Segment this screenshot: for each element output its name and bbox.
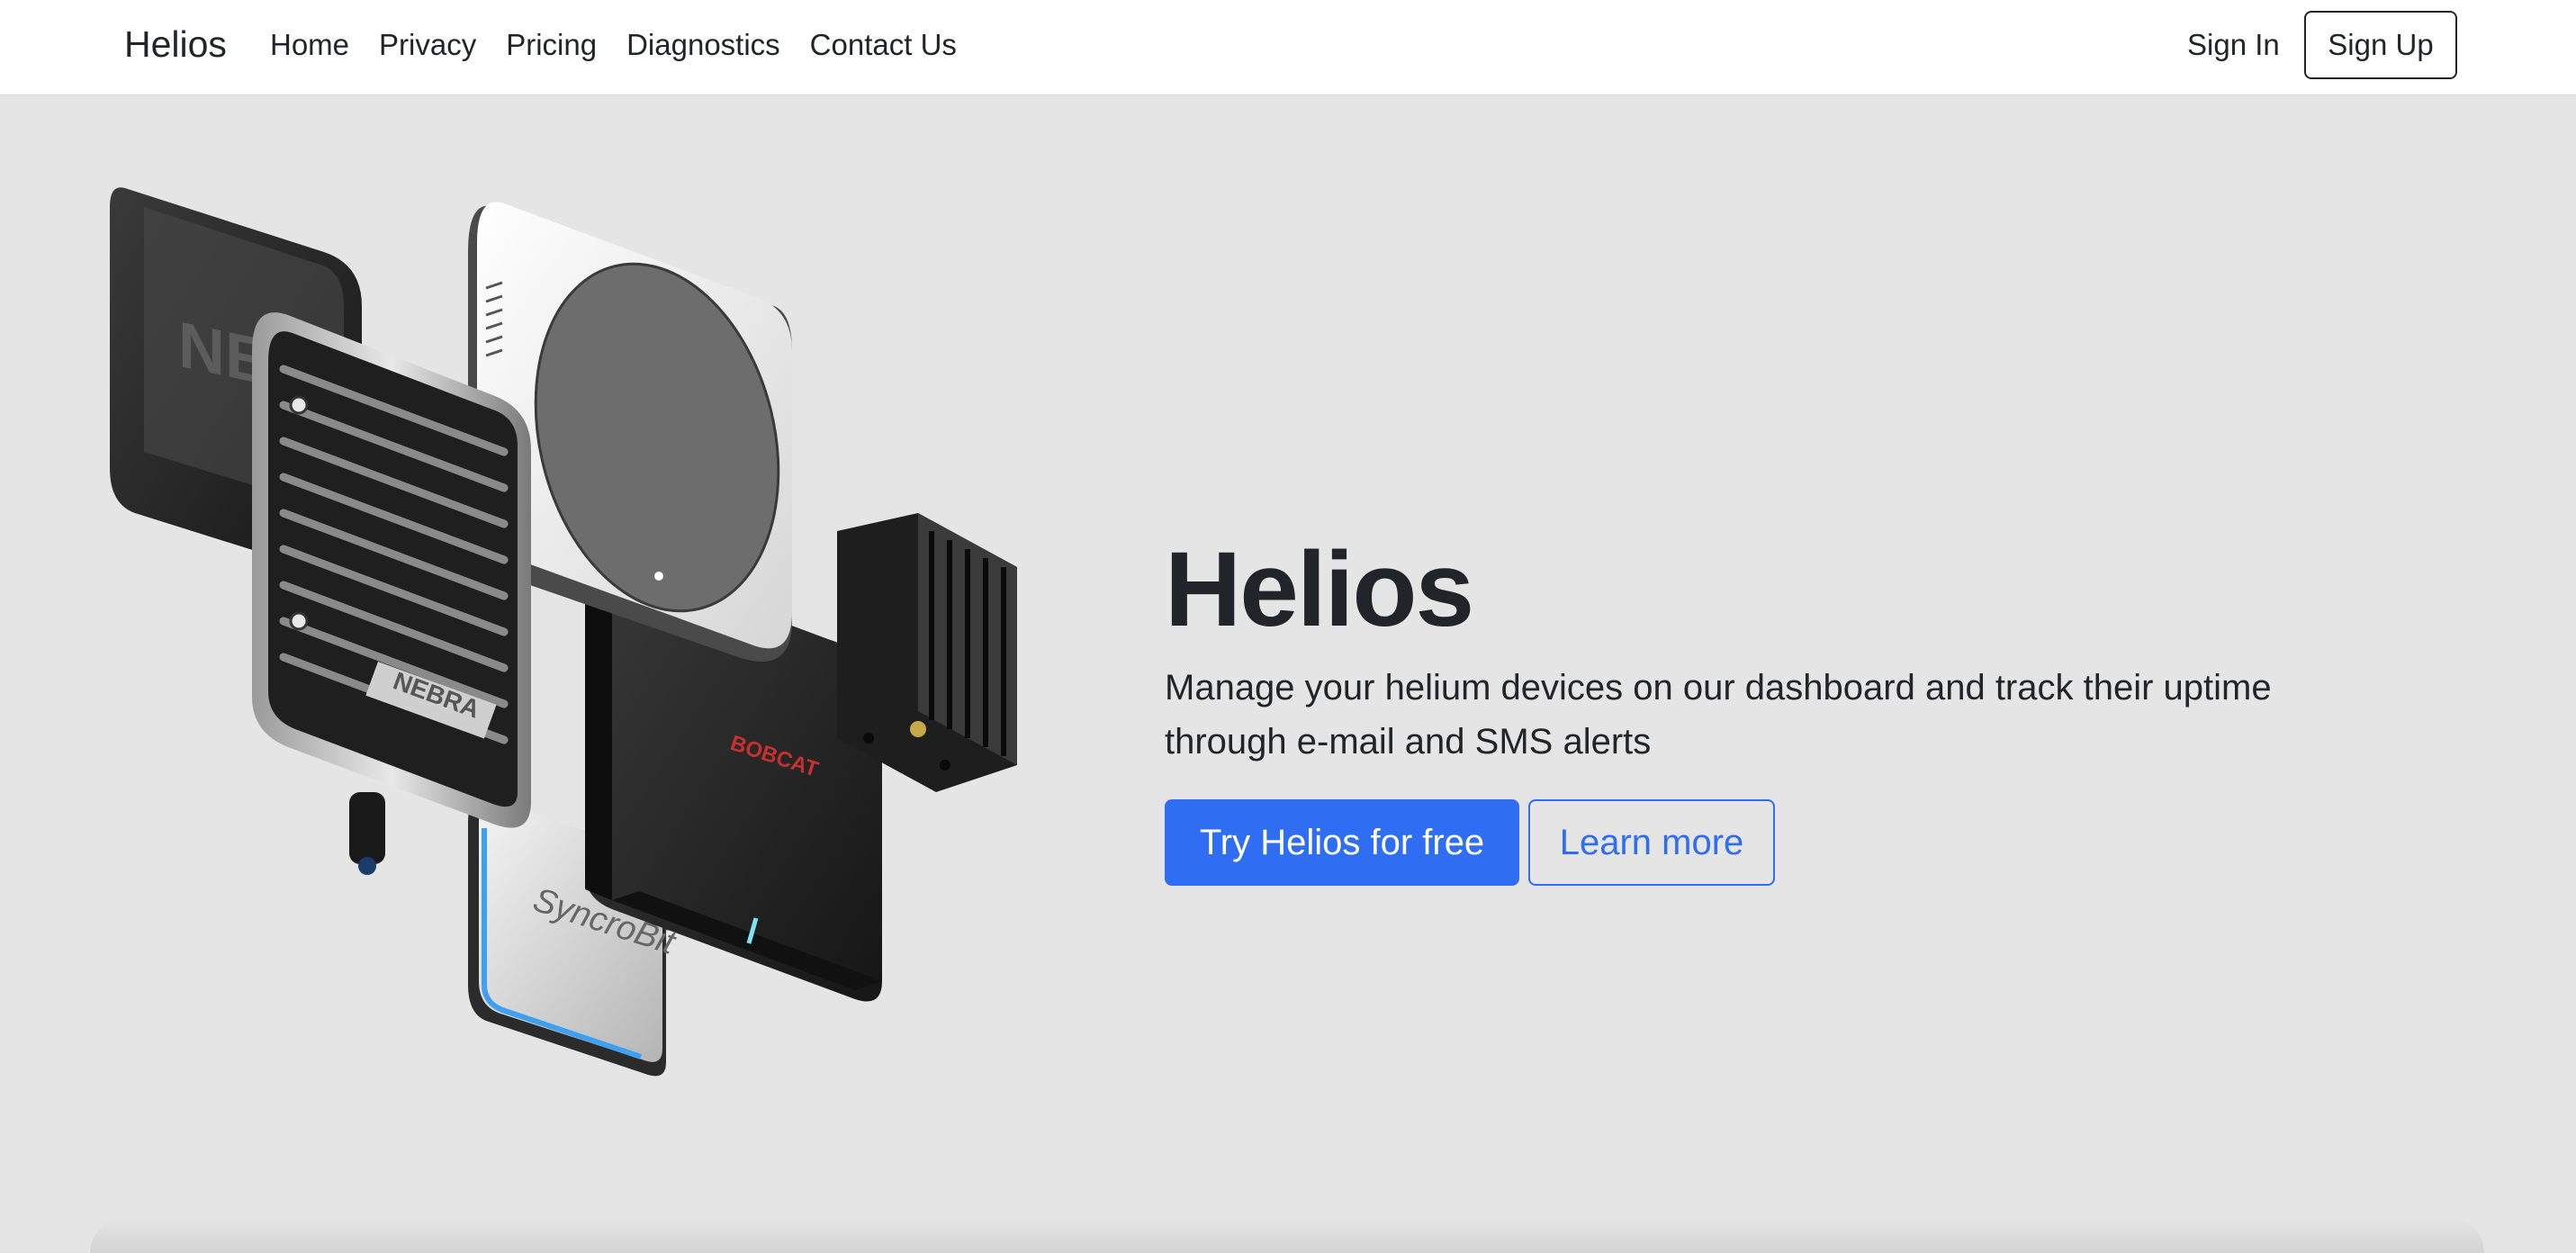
- nebra-outdoor-device: NEBRA: [252, 312, 531, 875]
- nav-link-pricing[interactable]: Pricing: [506, 27, 597, 63]
- devices-illustration-svg: NEBRA SyncroBit BOBCAT: [110, 187, 1017, 1077]
- hero-devices-illustration: NEBRA SyncroBit BOBCAT: [108, 171, 1053, 1089]
- try-helios-free-button[interactable]: Try Helios for free: [1165, 799, 1519, 886]
- hero-buttons: Try Helios for free Learn more: [1165, 799, 2425, 886]
- nav-link-privacy[interactable]: Privacy: [379, 27, 476, 63]
- nav-link-contact-us[interactable]: Contact Us: [810, 27, 957, 63]
- nav-links: Home Privacy Pricing Diagnostics Contact…: [270, 27, 986, 63]
- small-heatsink-device: [837, 513, 1017, 792]
- hero-title: Helios: [1165, 530, 1474, 649]
- nav-link-home[interactable]: Home: [270, 27, 349, 63]
- learn-more-button[interactable]: Learn more: [1528, 799, 1775, 886]
- hero-subtitle: Manage your helium devices on our dashbo…: [1165, 668, 2272, 762]
- sign-in-link[interactable]: Sign In: [2187, 27, 2280, 63]
- navbar: Helios Home Privacy Pricing Diagnostics …: [0, 0, 2576, 95]
- nav-link-diagnostics[interactable]: Diagnostics: [626, 27, 780, 63]
- sign-up-button[interactable]: Sign Up: [2304, 11, 2457, 79]
- hero-text: Helios Manage your helium devices on our…: [1165, 531, 2425, 886]
- next-section-edge: [90, 1217, 2484, 1253]
- brand-link[interactable]: Helios: [124, 23, 227, 66]
